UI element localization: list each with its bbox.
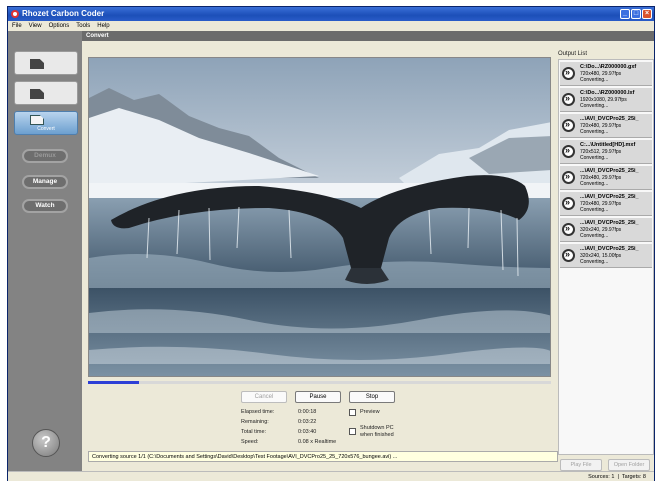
sidebar: Convert Demux Manage Watch ? — [8, 31, 82, 471]
pause-button[interactable]: Pause — [295, 391, 341, 403]
maximize-button[interactable]: □ — [631, 9, 641, 19]
output-status: Converting... — [580, 129, 609, 135]
output-name: C:...\Untitled[HD].mxf — [580, 142, 636, 148]
output-name: ...\AVI_DVCPro25_25i_ — [580, 246, 639, 252]
status-line: Converting source 1/1 (C:\Documents and … — [88, 451, 558, 462]
list-item[interactable]: C:...\Untitled[HD].mxf 720x512, 29.97fps… — [560, 140, 652, 164]
sidebar-tab-convert[interactable]: Convert — [14, 111, 78, 135]
play-icon — [562, 145, 575, 158]
open-folder-button[interactable]: Open Folder — [608, 459, 650, 471]
help-button[interactable]: ? — [32, 429, 60, 457]
output-name: ...\AVI_DVCPro25_25i_ — [580, 220, 639, 226]
output-name: ...\AVI_DVCPro25_25i_ — [580, 168, 639, 174]
output-status: Converting... — [580, 207, 609, 213]
output-name: ...\AVI_DVCPro25_25i_ — [580, 116, 639, 122]
sidebar-tab-sources[interactable] — [14, 51, 78, 75]
menu-bar: File View Options Tools Help — [8, 21, 654, 31]
page-title: Convert — [82, 31, 654, 41]
play-icon — [562, 223, 575, 236]
output-name: C:\Do...\RZ000000.lxf — [580, 90, 635, 96]
output-name: C:\Do...\RZ000000.gxf — [580, 64, 637, 70]
whale-tail-image — [89, 58, 550, 376]
convert-tab-label: Convert — [37, 126, 55, 132]
preview-label: Preview — [360, 409, 380, 415]
play-icon — [562, 119, 575, 132]
play-file-button[interactable]: Play File — [560, 459, 602, 471]
total-label: Total time: — [241, 429, 267, 435]
app-window: Rhozet Carbon Coder _ □ × File View Opti… — [7, 6, 655, 481]
play-icon — [562, 171, 575, 184]
menu-help[interactable]: Help — [97, 21, 109, 31]
remaining-value: 0:03:22 — [298, 419, 317, 425]
output-status: Converting... — [580, 181, 609, 187]
output-status: Converting... — [580, 155, 609, 161]
list-item[interactable]: ...\AVI_DVCPro25_25i_ 320x240, 15.00fps … — [560, 244, 652, 268]
minimize-button[interactable]: _ — [620, 9, 630, 19]
video-preview — [88, 57, 551, 377]
menu-view[interactable]: View — [29, 21, 42, 31]
play-icon — [562, 93, 575, 106]
elapsed-value: 0:00:18 — [298, 409, 317, 415]
folder-icon — [30, 59, 44, 69]
targets-count: Targets: 8 — [621, 474, 646, 480]
list-item[interactable]: C:\Do...\RZ000000.gxf 720x480, 29.97fps … — [560, 62, 652, 86]
output-list-title: Output List — [558, 51, 588, 57]
conversion-progress-bar — [88, 381, 551, 384]
output-name: ...\AVI_DVCPro25_25i_ — [580, 194, 639, 200]
play-icon — [562, 197, 575, 210]
target-list-icon — [30, 89, 44, 99]
elapsed-label: Elapsed time: — [241, 409, 275, 415]
app-logo-icon — [11, 10, 19, 18]
remaining-label: Remaining: — [241, 419, 269, 425]
demux-button[interactable]: Demux — [22, 149, 68, 163]
list-item[interactable]: ...\AVI_DVCPro25_25i_ 320x240, 29.97fps … — [560, 218, 652, 242]
manage-button[interactable]: Manage — [22, 175, 68, 189]
output-status: Converting... — [580, 259, 609, 265]
menu-tools[interactable]: Tools — [76, 21, 90, 31]
shutdown-checkbox[interactable] — [349, 428, 356, 435]
list-item[interactable]: ...\AVI_DVCPro25_25i_ 720x480, 29.97fps … — [560, 192, 652, 216]
output-list: C:\Do...\RZ000000.gxf 720x480, 29.97fps … — [558, 59, 654, 455]
list-item[interactable]: ...\AVI_DVCPro25_25i_ 720x480, 29.97fps … — [560, 114, 652, 138]
total-value: 0:03:40 — [298, 429, 317, 435]
sources-count: Sources: 1 — [588, 474, 615, 480]
cancel-button[interactable]: Cancel — [241, 391, 287, 403]
preview-checkbox[interactable] — [349, 409, 356, 416]
menu-options[interactable]: Options — [49, 21, 70, 31]
list-item[interactable]: ...\AVI_DVCPro25_25i_ 720x480, 29.97fps … — [560, 166, 652, 190]
speed-label: Speed: — [241, 439, 259, 445]
output-status: Converting... — [580, 103, 609, 109]
stop-button[interactable]: Stop — [349, 391, 395, 403]
title-bar[interactable]: Rhozet Carbon Coder _ □ × — [8, 7, 654, 21]
shutdown-label: Shutdown PC when finished — [360, 425, 394, 438]
convert-icon — [30, 115, 44, 125]
status-bar: Sources: 1 | Targets: 8 — [8, 471, 654, 481]
window-title: Rhozet Carbon Coder — [22, 9, 105, 18]
speed-value: 0.08 x Realtime — [298, 439, 337, 445]
output-status: Converting... — [580, 77, 609, 83]
menu-file[interactable]: File — [12, 21, 22, 31]
watch-button[interactable]: Watch — [22, 199, 68, 213]
progress-fill — [88, 381, 139, 384]
close-button[interactable]: × — [642, 9, 652, 19]
sidebar-tab-targets[interactable] — [14, 81, 78, 105]
play-icon — [562, 249, 575, 262]
play-icon — [562, 67, 575, 80]
list-item[interactable]: C:\Do...\RZ000000.lxf 1920x1080, 29.97fp… — [560, 88, 652, 112]
output-status: Converting... — [580, 233, 609, 239]
